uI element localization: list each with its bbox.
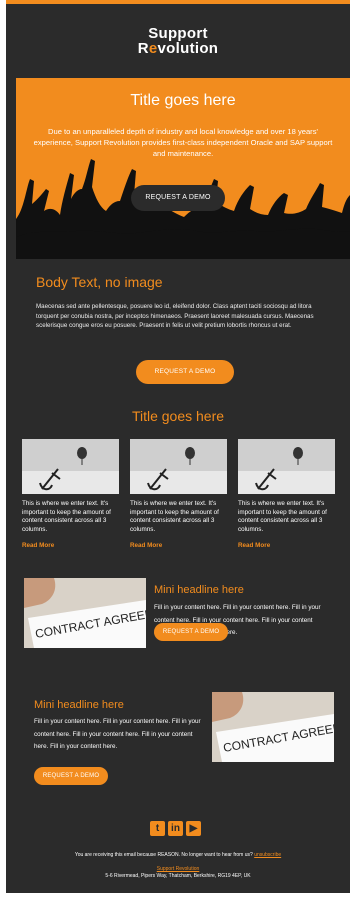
column-text: This is where we enter text. It's import… (238, 500, 327, 533)
column-text: This is where we enter text. It's import… (130, 500, 219, 533)
footer-notice: You are receiving this email because REA… (74, 852, 282, 858)
anchor-balloon-image (22, 439, 119, 494)
read-more-link[interactable]: Read More (22, 542, 119, 549)
hero-banner: Title goes here Due to an unparalleled d… (16, 78, 350, 259)
read-more-link[interactable]: Read More (238, 542, 335, 549)
support-revolution-logo[interactable]: Support Revolution (6, 26, 350, 56)
body-title: Body Text, no image (36, 274, 163, 290)
column-1: This is where we enter text. It's import… (22, 439, 119, 549)
twitter-icon[interactable]: t (150, 821, 165, 836)
body-text: Maecenas sed ante pellentesque, posuere … (36, 303, 314, 329)
contract-agreement-image: CONTRACT AGREEM (212, 692, 334, 762)
body-request-demo-button[interactable]: REQUEST A DEMO (136, 360, 234, 384)
anchor-balloon-image (238, 439, 335, 494)
unsubscribe-link[interactable]: unsubscribe (254, 852, 281, 858)
read-more-link[interactable]: Read More (130, 542, 227, 549)
linkedin-icon[interactable]: in (168, 821, 183, 836)
hero-title: Title goes here (130, 92, 236, 109)
column-text: This is where we enter text. It's import… (22, 500, 111, 533)
footer-address-block: Support Revolution 5-6 Rivermead, Pipers… (6, 866, 350, 880)
youtube-icon[interactable]: ▶ (186, 821, 201, 836)
email-container: Support Revolution Title goes here Due t… (6, 0, 350, 893)
mini-headline-1: Mini headline here (154, 584, 244, 596)
columns-title: Title goes here (131, 408, 225, 424)
hero-request-demo-button[interactable]: REQUEST A DEMO (131, 185, 225, 211)
mini-text-2: Fill in your content here. Fill in your … (34, 718, 201, 750)
anchor-balloon-image (130, 439, 227, 494)
contract-agreement-image: CONTRACT AGREEM (24, 578, 146, 648)
logo-line-1: Support (148, 25, 208, 42)
mini-2-request-demo-button[interactable]: REQUEST A DEMO (34, 767, 108, 785)
social-links: t in ▶ (150, 821, 204, 837)
column-2: This is where we enter text. It's import… (130, 439, 227, 549)
column-3: This is where we enter text. It's import… (238, 439, 335, 549)
logo-line-2: Revolution (137, 40, 219, 57)
company-link[interactable]: Support Revolution (157, 866, 200, 872)
mini-1-request-demo-button[interactable]: REQUEST A DEMO (154, 623, 228, 641)
footer-address: 5-6 Rivermead, Pipers Way, Thatcham, Ber… (105, 873, 251, 879)
mini-headline-2: Mini headline here (34, 699, 124, 711)
hero-text: Due to an unparalleled depth of industry… (33, 127, 333, 158)
